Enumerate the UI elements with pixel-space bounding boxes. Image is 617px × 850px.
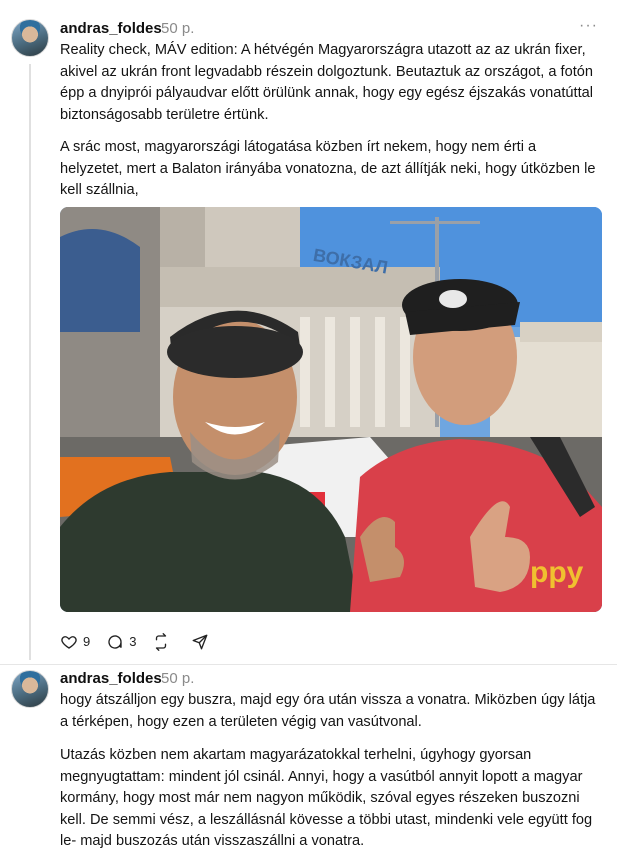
author-name[interactable]: andras_foldes xyxy=(60,670,162,687)
post-2: andras_foldes 50 p. hogy átszálljon egy … xyxy=(0,665,617,850)
reply-button[interactable]: 3 xyxy=(106,633,136,651)
post-photo[interactable]: ВОКЗАЛ ppy xyxy=(60,207,602,612)
repost-button[interactable] xyxy=(152,633,175,651)
post-1: andras_foldes 50 p. ··· Reality check, M… xyxy=(0,0,617,660)
avatar[interactable] xyxy=(11,670,49,708)
post-time[interactable]: 50 p. xyxy=(161,670,194,687)
share-button[interactable] xyxy=(191,633,214,651)
heart-icon xyxy=(61,636,77,649)
post-text-paragraph: hogy átszálljon egy buszra, majd egy óra… xyxy=(60,692,596,730)
repost-icon xyxy=(156,633,167,651)
like-count: 9 xyxy=(83,634,91,649)
reply-count: 3 xyxy=(129,634,137,649)
avatar[interactable] xyxy=(11,19,49,57)
post-text-paragraph: Reality check, MÁV edition: A hétvégén M… xyxy=(60,42,594,123)
post-text-paragraph: A srác most, magyarországi látogatása kö… xyxy=(60,139,596,198)
thread-line xyxy=(29,64,31,660)
more-options-icon[interactable]: ··· xyxy=(579,17,598,35)
post-actions: 9 3 xyxy=(60,631,230,653)
post-time[interactable]: 50 p. xyxy=(161,20,194,37)
shirt-print: ppy xyxy=(530,556,584,589)
send-icon xyxy=(193,634,208,650)
author-name[interactable]: andras_foldes xyxy=(60,20,162,37)
comment-icon xyxy=(108,635,122,649)
post-text-paragraph: Utazás közben nem akartam magyarázatokka… xyxy=(60,747,593,849)
like-button[interactable]: 9 xyxy=(60,633,90,651)
